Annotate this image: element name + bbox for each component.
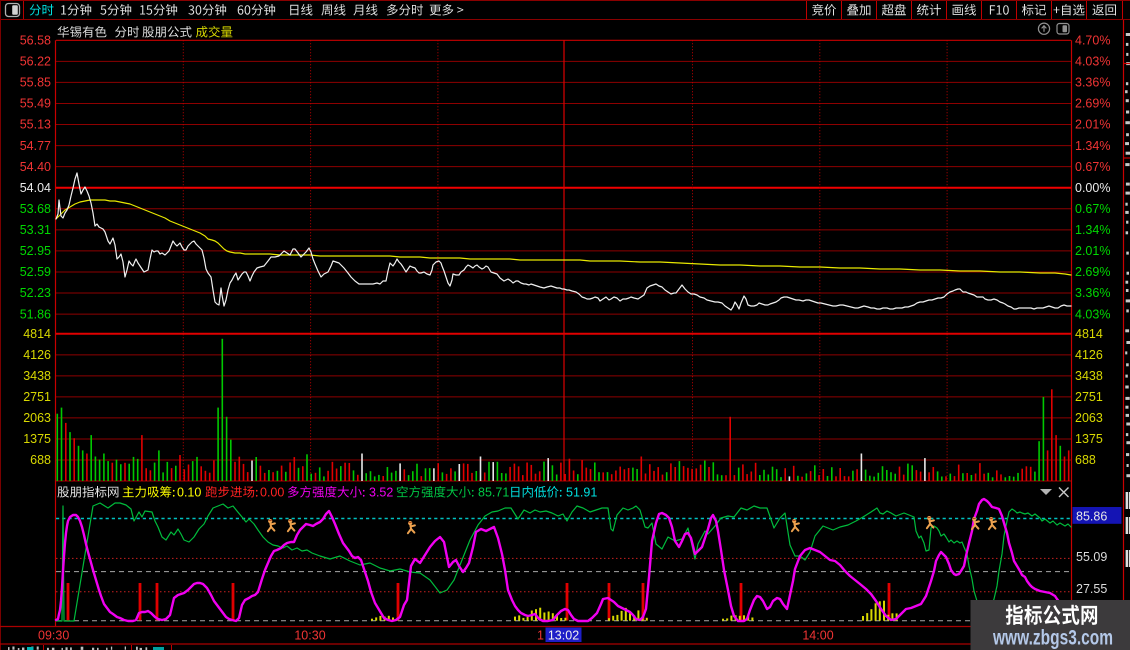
svg-text:2063: 2063 [23, 411, 51, 425]
svg-text:1375: 1375 [23, 432, 51, 446]
svg-text:0.00%: 0.00% [1075, 181, 1110, 195]
svg-text:27.55: 27.55 [1076, 582, 1107, 596]
svg-text:51.91: 51.91 [566, 486, 597, 500]
svg-text:1.34%: 1.34% [1075, 139, 1110, 153]
svg-text:4.03%: 4.03% [1075, 55, 1110, 69]
svg-text:56.58: 56.58 [20, 34, 51, 48]
svg-text:4126: 4126 [1075, 348, 1103, 362]
svg-text:85.86: 85.86 [1076, 510, 1107, 524]
svg-text:3.52: 3.52 [369, 486, 393, 500]
svg-text:09:30: 09:30 [38, 629, 69, 643]
svg-text:54.40: 54.40 [20, 160, 51, 174]
svg-text:13:02: 13:02 [548, 629, 579, 643]
svg-text:0.10: 0.10 [177, 486, 201, 500]
svg-text:3438: 3438 [1075, 369, 1103, 383]
svg-text:2751: 2751 [1075, 390, 1103, 404]
svg-text:54.04: 54.04 [20, 181, 51, 195]
svg-text:0.00: 0.00 [260, 486, 284, 500]
svg-text:4126: 4126 [23, 348, 51, 362]
svg-text:4.70%: 4.70% [1075, 34, 1110, 48]
svg-text:3438: 3438 [23, 369, 51, 383]
svg-text:51.86: 51.86 [20, 307, 51, 321]
svg-text:4814: 4814 [1075, 327, 1103, 341]
svg-text:55.85: 55.85 [20, 76, 51, 90]
svg-text:1375: 1375 [1075, 432, 1103, 446]
svg-text:52.23: 52.23 [20, 286, 51, 300]
svg-text:1: 1 [537, 629, 544, 643]
svg-text:52.95: 52.95 [20, 244, 51, 258]
svg-text:4.03%: 4.03% [1075, 307, 1110, 321]
svg-text:52.59: 52.59 [20, 265, 51, 279]
svg-text:3.36%: 3.36% [1075, 76, 1110, 90]
svg-text:0.67%: 0.67% [1075, 160, 1110, 174]
svg-text:14:00: 14:00 [802, 629, 833, 643]
svg-text:2751: 2751 [23, 390, 51, 404]
svg-text:2.69%: 2.69% [1075, 97, 1110, 111]
svg-text:55.09: 55.09 [1076, 550, 1107, 564]
svg-text:10:30: 10:30 [294, 629, 325, 643]
svg-text:55.13: 55.13 [20, 118, 51, 132]
svg-text:688: 688 [1075, 453, 1096, 467]
svg-text:55.49: 55.49 [20, 97, 51, 111]
svg-text:688: 688 [30, 453, 51, 467]
svg-text:56.22: 56.22 [20, 55, 51, 69]
svg-text:53.31: 53.31 [20, 223, 51, 237]
svg-text:www.zbgs3.com: www.zbgs3.com [992, 627, 1113, 650]
svg-text:53.68: 53.68 [20, 202, 51, 216]
svg-text:2063: 2063 [1075, 411, 1103, 425]
svg-text:2.01%: 2.01% [1075, 118, 1110, 132]
svg-text:4814: 4814 [23, 327, 51, 341]
svg-text:0.67%: 0.67% [1075, 202, 1110, 216]
svg-text:3.36%: 3.36% [1075, 286, 1110, 300]
svg-text:1.34%: 1.34% [1075, 223, 1110, 237]
svg-text:2.01%: 2.01% [1075, 244, 1110, 258]
svg-text:85.71: 85.71 [478, 486, 509, 500]
svg-text:2.69%: 2.69% [1075, 265, 1110, 279]
svg-text:54.77: 54.77 [20, 139, 51, 153]
